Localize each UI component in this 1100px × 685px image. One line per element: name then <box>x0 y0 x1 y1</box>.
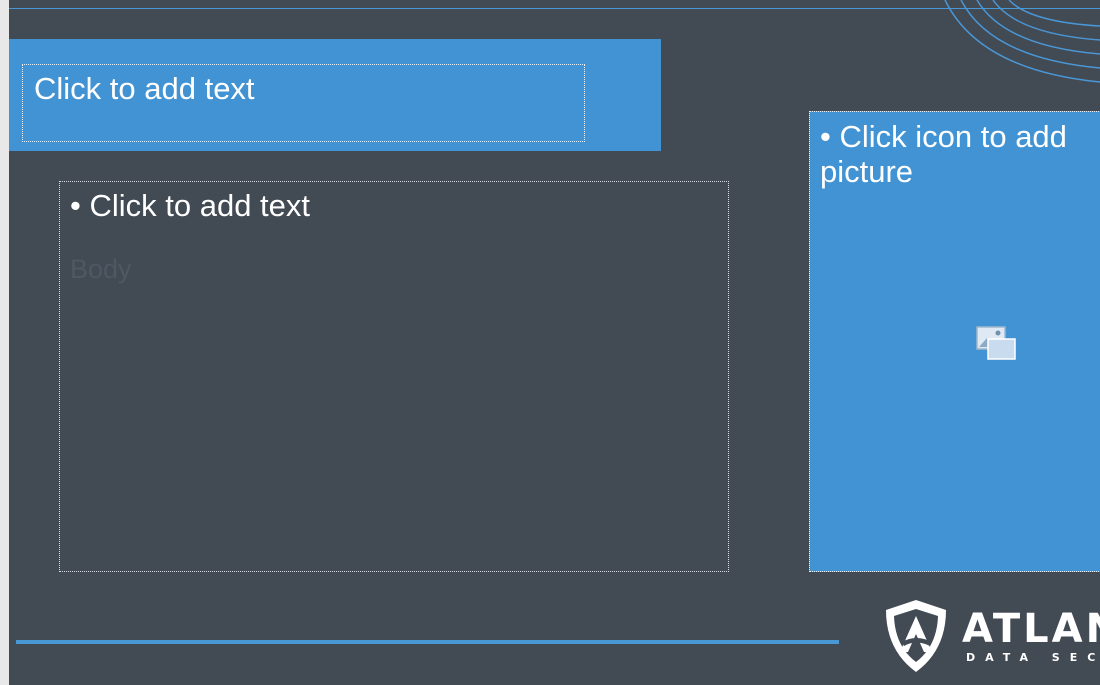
decorative-arcs <box>944 0 1100 83</box>
body-placeholder-text: • Click to add text <box>70 188 311 223</box>
company-logo: ATLANTIC DATA SECURITY <box>874 596 1100 676</box>
logo-subtitle: DATA SECURITY <box>966 651 1100 664</box>
insert-picture-icon[interactable] <box>976 326 1016 360</box>
body-placeholder[interactable]: • Click to add text Body <box>59 181 729 572</box>
logo-wordmark: ATLANTIC <box>962 606 1100 652</box>
slide[interactable]: Click to add text • Click to add text Bo… <box>9 0 1100 685</box>
title-placeholder[interactable]: Click to add text <box>22 64 585 142</box>
picture-placeholder-text: • Click icon to add picture <box>820 119 1067 190</box>
picture-placeholder[interactable]: • Click icon to add picture <box>809 111 1100 572</box>
body-faint-text: Body <box>70 254 132 284</box>
title-placeholder-text: Click to add text <box>34 71 255 106</box>
bottom-divider-line <box>16 640 839 644</box>
shield-logo-icon <box>886 600 946 672</box>
slide-editor-canvas: Click to add text • Click to add text Bo… <box>0 0 1100 685</box>
